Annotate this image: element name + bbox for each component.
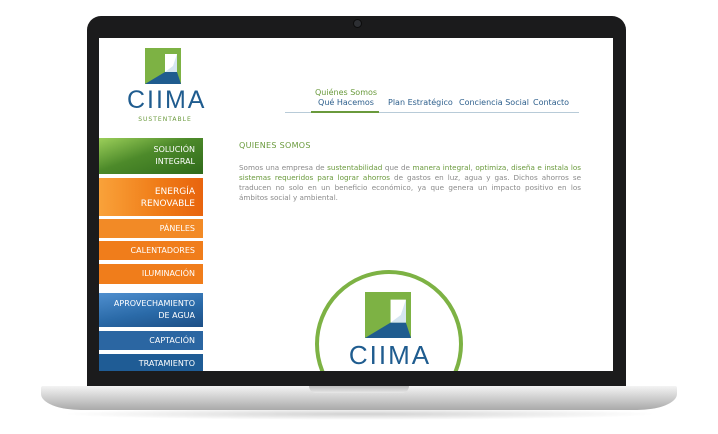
sidebar-item-label: INTEGRAL [155,157,195,166]
sidebar-item-label: APROVECHAMIENTO [113,299,195,308]
laptop-notch [309,386,409,393]
website-screen: CIIMA SUSTENTABLE Quiénes Somos Qué Hace… [99,38,613,371]
nav-item-quienes-somos[interactable]: Quiénes Somos Qué Hacemos [315,88,377,108]
nav-item-contacto[interactable]: Contacto [533,98,569,107]
logo-wordmark: CIIMA [127,86,207,114]
about-text: que de [382,163,413,172]
sidebar-item-label: CALENTADORES [130,246,195,255]
emblem-wordmark: CIIMA [348,340,432,370]
sidebar-item-label: CAPTACIÓN [149,336,195,345]
nav-item-conciencia-social[interactable]: Conciencia Social [459,98,529,107]
sidebar-item-label: RENOVABLE [140,199,195,209]
nav-item-quienes-somos-label: Quiénes Somos [315,88,378,97]
sidebar-item-solucion-integral[interactable]: SOLUCIÓN INTEGRAL [99,138,203,174]
nav-item-que-hacemos-label: Qué Hacemos [318,98,374,107]
sidebar-item-paneles[interactable]: PÁNELES [99,219,203,238]
nav-active-indicator [311,111,379,113]
sidebar-item-label: TRATAMIENTO [138,359,195,368]
sidebar-item-captacion[interactable]: CAPTACIÓN [99,331,203,350]
sidebar-item-label: PÁNELES [159,224,195,233]
sidebar-item-energia-renovable[interactable]: ENERGÍA RENOVABLE [99,178,203,216]
nav-item-plan-estrategico[interactable]: Plan Estratégico [388,98,453,107]
sidebar-item-label: SOLUCIÓN [153,145,195,154]
about-text-highlight: optimiza [475,163,507,172]
logo-tagline: SUSTENTABLE [138,116,192,123]
page-title: QUIENES SOMOS [239,141,311,150]
ciima-logo[interactable]: CIIMA SUSTENTABLE [127,48,204,123]
webcam-icon [353,19,362,28]
sidebar-item-label: DE AGUA [158,311,195,320]
sidebar-item-label: ENERGÍA [154,187,195,197]
sidebar-item-tratamiento[interactable]: TRATAMIENTO [99,354,203,371]
sidebar-item-label: ILUMINACIÓN [141,269,195,278]
sidebar-item-calentadores[interactable]: CALENTADORES [99,241,203,260]
about-text: Somos una empresa de [239,163,328,172]
ciima-emblem-mark-icon [365,292,411,338]
sidebar-item-aprovechamiento-de-agua[interactable]: APROVECHAMIENTO DE AGUA [99,293,203,327]
ciima-logo-mark-icon [145,48,181,84]
about-text-highlight: sustentabilidad [327,163,383,172]
about-text-highlight: manera integral [412,163,471,172]
sidebar-item-iluminacion[interactable]: ILUMINACIÓN [99,264,203,284]
about-paragraph: Somos una empresa de sustentabilidad que… [239,163,581,203]
